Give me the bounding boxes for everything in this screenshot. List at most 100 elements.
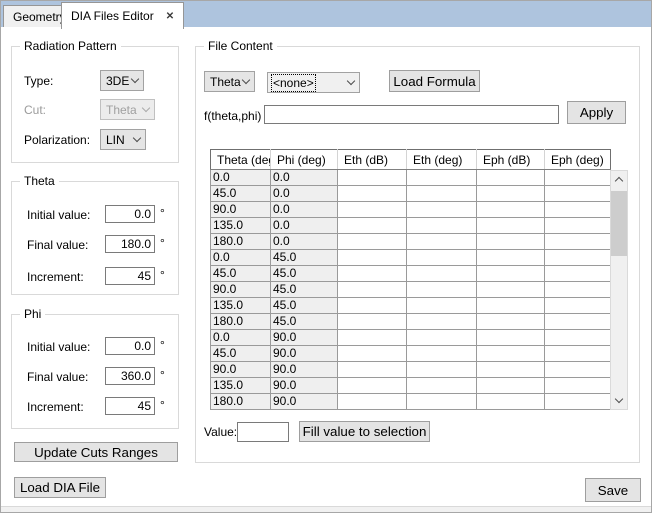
function-input[interactable] — [264, 105, 559, 124]
table-cell[interactable] — [477, 378, 545, 394]
table-cell[interactable]: 45.0 — [271, 314, 338, 330]
table-cell[interactable] — [407, 282, 477, 298]
table-cell[interactable]: 90.0 — [271, 378, 338, 394]
table-cell[interactable]: 90.0 — [271, 330, 338, 346]
theta-initial-input[interactable] — [105, 205, 155, 223]
table-cell[interactable] — [338, 218, 407, 234]
table-cell[interactable] — [545, 282, 611, 298]
table-cell[interactable] — [338, 298, 407, 314]
update-cuts-ranges-button[interactable]: Update Cuts Ranges — [14, 442, 178, 462]
theta-increment-input[interactable] — [105, 267, 155, 285]
table-cell[interactable] — [545, 394, 611, 410]
table-cell[interactable]: 90.0 — [271, 362, 338, 378]
table-cell[interactable] — [407, 378, 477, 394]
scrollbar-down-icon[interactable] — [611, 392, 627, 409]
table-cell[interactable] — [407, 298, 477, 314]
table-cell[interactable] — [545, 330, 611, 346]
table-cell[interactable]: 180.0 — [211, 394, 271, 410]
table-cell[interactable] — [545, 250, 611, 266]
table-cell[interactable] — [338, 266, 407, 282]
table-cell[interactable]: 45.0 — [271, 282, 338, 298]
table-cell[interactable] — [407, 234, 477, 250]
table-cell[interactable] — [477, 250, 545, 266]
load-dia-file-button[interactable]: Load DIA File — [14, 477, 106, 498]
tab-close-icon[interactable]: ✕ — [166, 11, 174, 22]
table-cell[interactable] — [545, 362, 611, 378]
column-header[interactable]: Phi (deg) — [271, 150, 338, 170]
table-cell[interactable] — [407, 330, 477, 346]
table-cell[interactable] — [407, 186, 477, 202]
table-cell[interactable] — [407, 394, 477, 410]
table-cell[interactable] — [338, 202, 407, 218]
table-cell[interactable]: 0.0 — [271, 170, 338, 186]
table-cell[interactable]: 45.0 — [211, 186, 271, 202]
table-cell[interactable] — [407, 346, 477, 362]
table-cell[interactable]: 90.0 — [211, 202, 271, 218]
table-cell[interactable] — [407, 218, 477, 234]
table-cell[interactable] — [407, 250, 477, 266]
load-formula-button[interactable]: Load Formula — [389, 70, 480, 92]
table-cell[interactable] — [477, 330, 545, 346]
table-cell[interactable] — [338, 362, 407, 378]
table-cell[interactable] — [545, 234, 611, 250]
table-cell[interactable]: 45.0 — [211, 266, 271, 282]
value-input[interactable] — [237, 422, 289, 442]
table-cell[interactable] — [407, 314, 477, 330]
table-cell[interactable] — [407, 362, 477, 378]
column-header[interactable]: Eph (dB) — [477, 150, 545, 170]
table-cell[interactable]: 135.0 — [211, 218, 271, 234]
table-cell[interactable]: 90.0 — [211, 282, 271, 298]
table-cell[interactable]: 45.0 — [271, 250, 338, 266]
table-cell[interactable] — [338, 186, 407, 202]
column-header[interactable]: Eth (deg) — [407, 150, 477, 170]
table-cell[interactable] — [477, 298, 545, 314]
table-cell[interactable] — [407, 170, 477, 186]
table-cell[interactable]: 0.0 — [211, 330, 271, 346]
table-cell[interactable] — [338, 330, 407, 346]
table-cell[interactable] — [545, 186, 611, 202]
table-cell[interactable]: 0.0 — [271, 202, 338, 218]
column-header[interactable]: Eph (deg) — [545, 150, 611, 170]
table-cell[interactable]: 0.0 — [271, 218, 338, 234]
column-header[interactable]: Theta (deg) — [211, 150, 271, 170]
table-cell[interactable]: 0.0 — [211, 250, 271, 266]
type-combobox[interactable]: 3DE — [100, 70, 144, 91]
table-cell[interactable] — [477, 202, 545, 218]
table-cell[interactable] — [477, 186, 545, 202]
table-cell[interactable]: 180.0 — [211, 234, 271, 250]
table-cell[interactable] — [338, 170, 407, 186]
table-cell[interactable] — [477, 346, 545, 362]
table-cell[interactable] — [545, 298, 611, 314]
table-cell[interactable] — [477, 362, 545, 378]
phi-final-input[interactable] — [105, 367, 155, 385]
table-cell[interactable] — [545, 218, 611, 234]
table-cell[interactable] — [477, 170, 545, 186]
table-cell[interactable] — [407, 266, 477, 282]
tab-dia-files-editor[interactable]: DIA Files Editor ✕ — [61, 2, 184, 29]
table-cell[interactable] — [338, 346, 407, 362]
table-cell[interactable] — [338, 250, 407, 266]
table-cell[interactable]: 45.0 — [211, 346, 271, 362]
polarization-combobox[interactable]: LIN — [100, 129, 146, 150]
table-cell[interactable] — [407, 202, 477, 218]
table-cell[interactable]: 135.0 — [211, 378, 271, 394]
table-cell[interactable] — [338, 282, 407, 298]
table-cell[interactable] — [477, 218, 545, 234]
table-cell[interactable] — [545, 378, 611, 394]
table-cell[interactable] — [545, 266, 611, 282]
table-cell[interactable]: 0.0 — [211, 170, 271, 186]
table-cell[interactable] — [545, 202, 611, 218]
table-cell[interactable]: 0.0 — [271, 186, 338, 202]
scrollbar-thumb[interactable] — [611, 191, 627, 256]
scrollbar-up-icon[interactable] — [611, 171, 627, 188]
table-cell[interactable] — [477, 394, 545, 410]
phi-increment-input[interactable] — [105, 397, 155, 415]
table-cell[interactable] — [338, 394, 407, 410]
vertical-scrollbar[interactable] — [610, 170, 628, 410]
table-cell[interactable] — [545, 314, 611, 330]
table-cell[interactable]: 0.0 — [271, 234, 338, 250]
table-cell[interactable] — [477, 314, 545, 330]
table-cell[interactable] — [477, 234, 545, 250]
table-cell[interactable]: 180.0 — [211, 314, 271, 330]
table-cell[interactable] — [477, 282, 545, 298]
